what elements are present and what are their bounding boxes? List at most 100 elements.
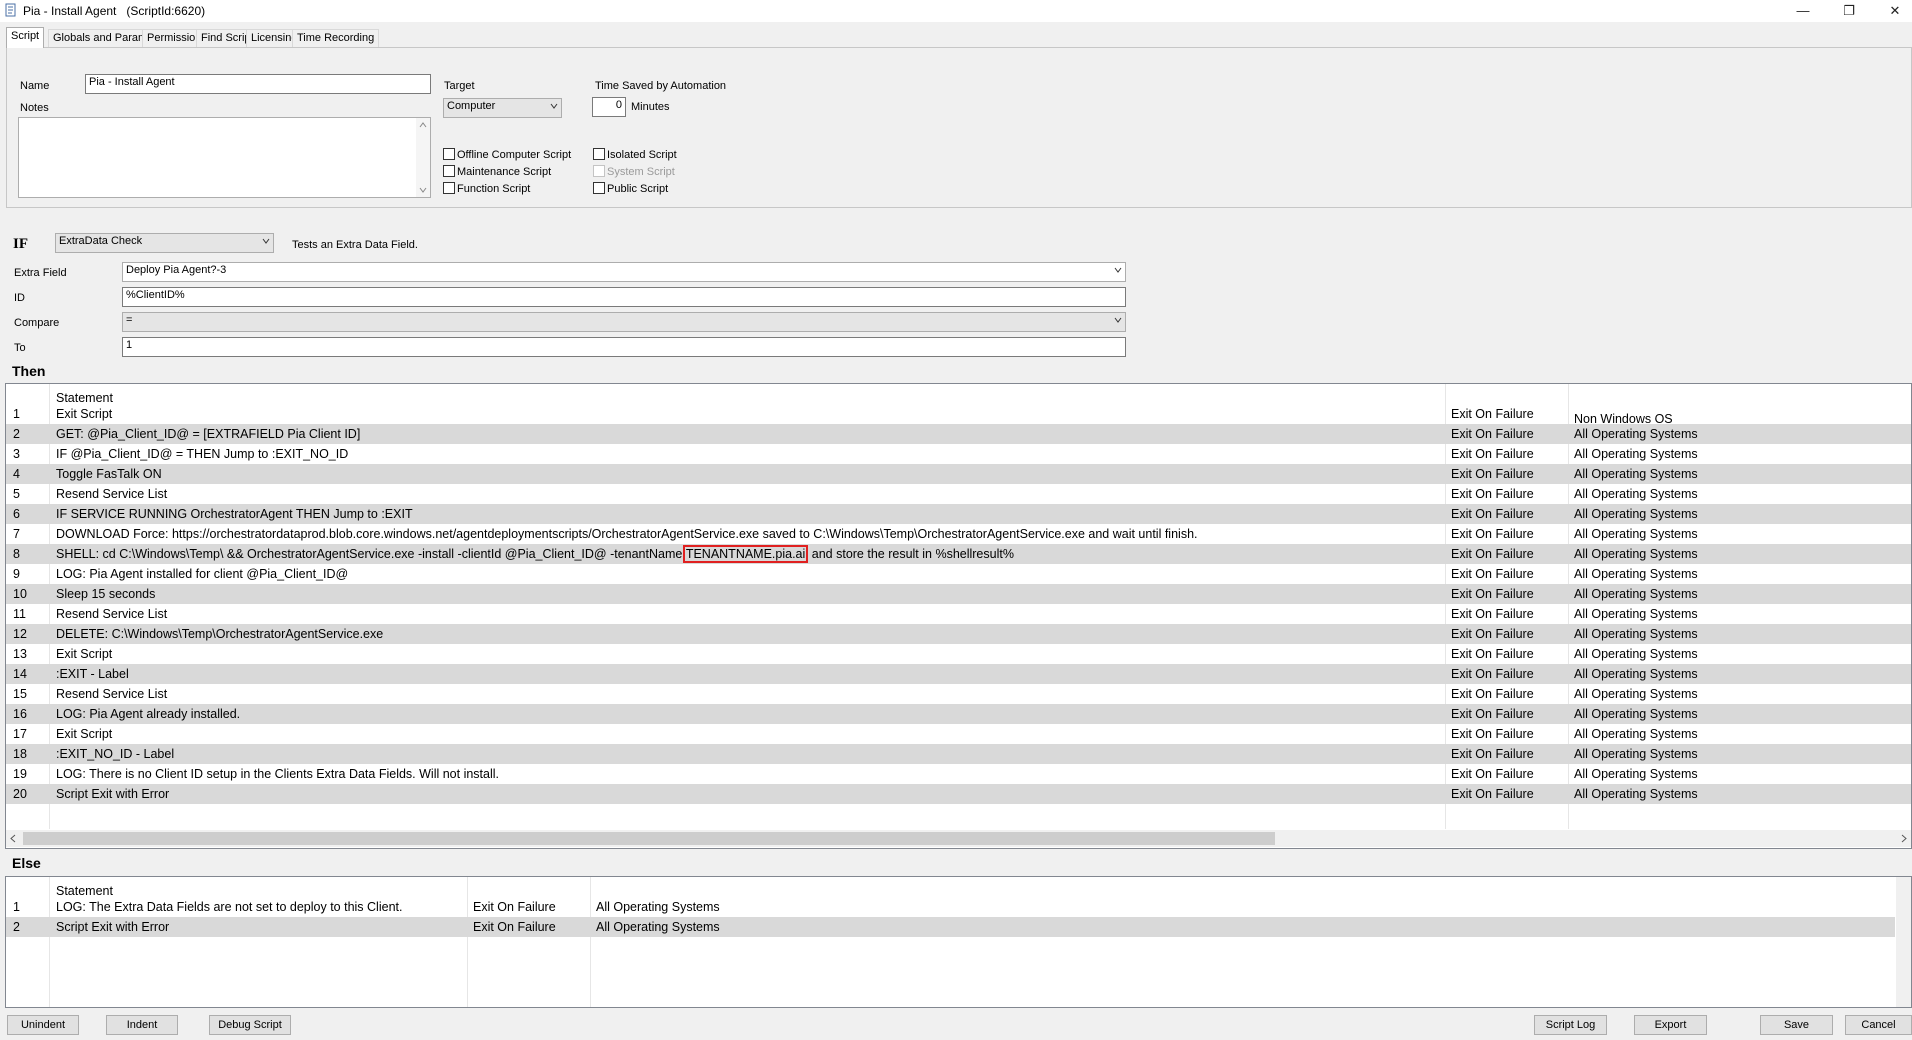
unindent-button[interactable]: Unindent: [7, 1015, 79, 1035]
isolated-script-label: Isolated Script: [607, 149, 677, 161]
statement-cell: :EXIT_NO_ID - Label: [56, 747, 175, 761]
chevron-down-icon: [262, 238, 270, 244]
table-row[interactable]: 12 DELETE: C:\Windows\Temp\OrchestratorAg…: [6, 624, 1911, 644]
table-row[interactable]: 18:EXIT_NO_ID - Label Exit On Failure All …: [6, 744, 1911, 764]
to-field[interactable]: 1: [122, 337, 1126, 357]
cancel-button[interactable]: Cancel: [1845, 1015, 1912, 1035]
isolated-script-checkbox[interactable]: Isolated Script: [593, 148, 677, 162]
then-label: Then: [12, 363, 46, 379]
debug-script-button[interactable]: Debug Script: [209, 1015, 291, 1035]
failure-cell: Exit On Failure: [1451, 787, 1534, 801]
scroll-down-icon[interactable]: [419, 187, 427, 193]
horizontal-scrollbar[interactable]: [6, 830, 1911, 847]
indent-button[interactable]: Indent: [106, 1015, 178, 1035]
table-row[interactable]: 1 LOG: The Extra Data Fields are not set …: [6, 897, 1895, 917]
statement-cell: Resend Service List: [56, 687, 168, 701]
failure-cell: Exit On Failure: [1451, 567, 1534, 581]
failure-cell: Exit On Failure: [1451, 607, 1534, 621]
name-field[interactable]: Pia - Install Agent: [85, 74, 431, 94]
os-cell: All Operating Systems: [1574, 507, 1698, 521]
row-number: 5: [13, 487, 20, 501]
failure-cell: Exit On Failure: [1451, 627, 1534, 641]
script-log-button[interactable]: Script Log: [1534, 1015, 1607, 1035]
notes-field[interactable]: [18, 117, 431, 198]
statement-column-header[interactable]: Statement: [56, 884, 113, 898]
table-row[interactable]: 9 LOG: Pia Agent installed for client @Pi…: [6, 564, 1911, 584]
export-button[interactable]: Export: [1634, 1015, 1707, 1035]
table-row[interactable]: 3 IF @Pia_Client_ID@ = THEN Jump to :EXIT…: [6, 444, 1911, 464]
statement-cell: :EXIT - Label: [56, 667, 129, 681]
statement-cell: LOG: Pia Agent installed for client @Pia…: [56, 567, 349, 581]
chevron-down-icon: [550, 103, 558, 109]
title-bar: Pia - Install Agent (ScriptId:6620) — ❐ …: [0, 0, 1912, 22]
table-row[interactable]: 2 GET: @Pia_Client_ID@ = [EXTRAFIELD Pia …: [6, 424, 1911, 444]
table-row[interactable]: 15 Resend Service List Exit On Failure All …: [6, 684, 1911, 704]
table-row[interactable]: 8 SHELL: cd C:\Windows\Temp\ && Orchestra…: [6, 544, 1911, 564]
offline-computer-script-checkbox[interactable]: Offline Computer Script: [443, 148, 571, 162]
scroll-left-icon[interactable]: [10, 834, 16, 843]
minimize-icon[interactable]: —: [1780, 0, 1826, 22]
restore-icon[interactable]: ❐: [1826, 0, 1872, 22]
table-row[interactable]: 13 Exit Script Exit On Failure All Operatin…: [6, 644, 1911, 664]
compare-label: Compare: [14, 317, 60, 329]
function-script-label: Function Script: [457, 183, 531, 195]
row-number: 15: [13, 687, 27, 701]
table-row[interactable]: 5 Resend Service List Exit On Failure All O…: [6, 484, 1911, 504]
notes-scrollbar[interactable]: [416, 118, 430, 197]
vertical-scrollbar[interactable]: [1896, 877, 1911, 1007]
row-number: 18: [13, 747, 27, 761]
table-row[interactable]: 11 Resend Service List Exit On Failure All …: [6, 604, 1911, 624]
table-row[interactable]: 16 LOG: Pia Agent already installed. Exit …: [6, 704, 1911, 724]
table-row[interactable]: 2 Script Exit with Error Exit On Failure Al…: [6, 917, 1895, 937]
scrollbar-thumb[interactable]: [23, 832, 1275, 845]
table-row[interactable]: 10 Sleep 15 seconds Exit On Failure All Ope…: [6, 584, 1911, 604]
os-cell: All Operating Systems: [1574, 767, 1698, 781]
save-button[interactable]: Save: [1760, 1015, 1833, 1035]
failure-cell: Exit On Failure: [1451, 687, 1534, 701]
row-number: 19: [13, 767, 27, 781]
os-cell: All Operating Systems: [1574, 647, 1698, 661]
extra-field-select[interactable]: Deploy Pia Agent?-3: [122, 262, 1126, 282]
condition-type-select[interactable]: ExtraData Check: [55, 233, 274, 253]
close-icon[interactable]: ✕: [1872, 0, 1912, 22]
id-label: ID: [14, 292, 25, 304]
statement-cell: Sleep 15 seconds: [56, 587, 156, 601]
if-label: IF: [13, 236, 28, 252]
maintenance-script-label: Maintenance Script: [457, 166, 552, 178]
table-row[interactable]: 14:EXIT - Label Exit On Failure All Operat…: [6, 664, 1911, 684]
table-row[interactable]: 17 Exit Script Exit On Failure All Operatin…: [6, 724, 1911, 744]
scroll-up-icon[interactable]: [419, 122, 427, 128]
tab-time-recording[interactable]: Time Recording: [292, 29, 380, 47]
compare-select[interactable]: =: [122, 312, 1126, 332]
tab-script[interactable]: Script: [6, 27, 45, 48]
target-select[interactable]: Computer: [443, 98, 562, 118]
table-row[interactable]: 6 IF SERVICE RUNNING OrchestratorAgent TH…: [6, 504, 1911, 524]
os-cell: All Operating Systems: [596, 900, 720, 914]
table-row[interactable]: 7 DOWNLOAD Force: https://orchestratordat…: [6, 524, 1911, 544]
extra-field-label: Extra Field: [14, 267, 67, 279]
table-row[interactable]: 20 Script Exit with Error Exit On Failure A…: [6, 784, 1911, 804]
failure-cell: Exit On Failure: [1451, 547, 1534, 561]
os-cell: All Operating Systems: [1574, 627, 1698, 641]
script-app-icon: [5, 3, 16, 17]
failure-cell: Exit On Failure: [473, 920, 556, 934]
target-value: Computer: [447, 100, 496, 112]
row-number: 2: [13, 427, 20, 441]
time-saved-input[interactable]: 0: [592, 97, 626, 117]
table-row[interactable]: 4 Toggle FasTalk ON Exit On Failure All Ope…: [6, 464, 1911, 484]
row-number: 10: [13, 587, 27, 601]
statement-cell: DOWNLOAD Force: https://orchestratordata…: [56, 527, 1198, 541]
statement-column-header[interactable]: Statement: [56, 391, 113, 405]
system-script-checkbox: System Script: [593, 165, 675, 179]
id-field[interactable]: %ClientID%: [122, 287, 1126, 307]
scroll-right-icon[interactable]: [1901, 834, 1907, 843]
table-row[interactable]: 19 LOG: There is no Client ID setup in th…: [6, 764, 1911, 784]
row-number: 12: [13, 627, 27, 641]
statement-cell: Exit Script: [56, 727, 113, 741]
table-row[interactable]: 1 Exit Script Exit On Failure: [6, 404, 1911, 424]
statement-cell: GET: @Pia_Client_ID@ = [EXTRAFIELD Pia C…: [56, 427, 361, 441]
maintenance-script-checkbox[interactable]: Maintenance Script: [443, 165, 551, 179]
function-script-checkbox[interactable]: Function Script: [443, 182, 530, 196]
statement-cell: Resend Service List: [56, 607, 168, 621]
public-script-checkbox[interactable]: Public Script: [593, 182, 668, 196]
